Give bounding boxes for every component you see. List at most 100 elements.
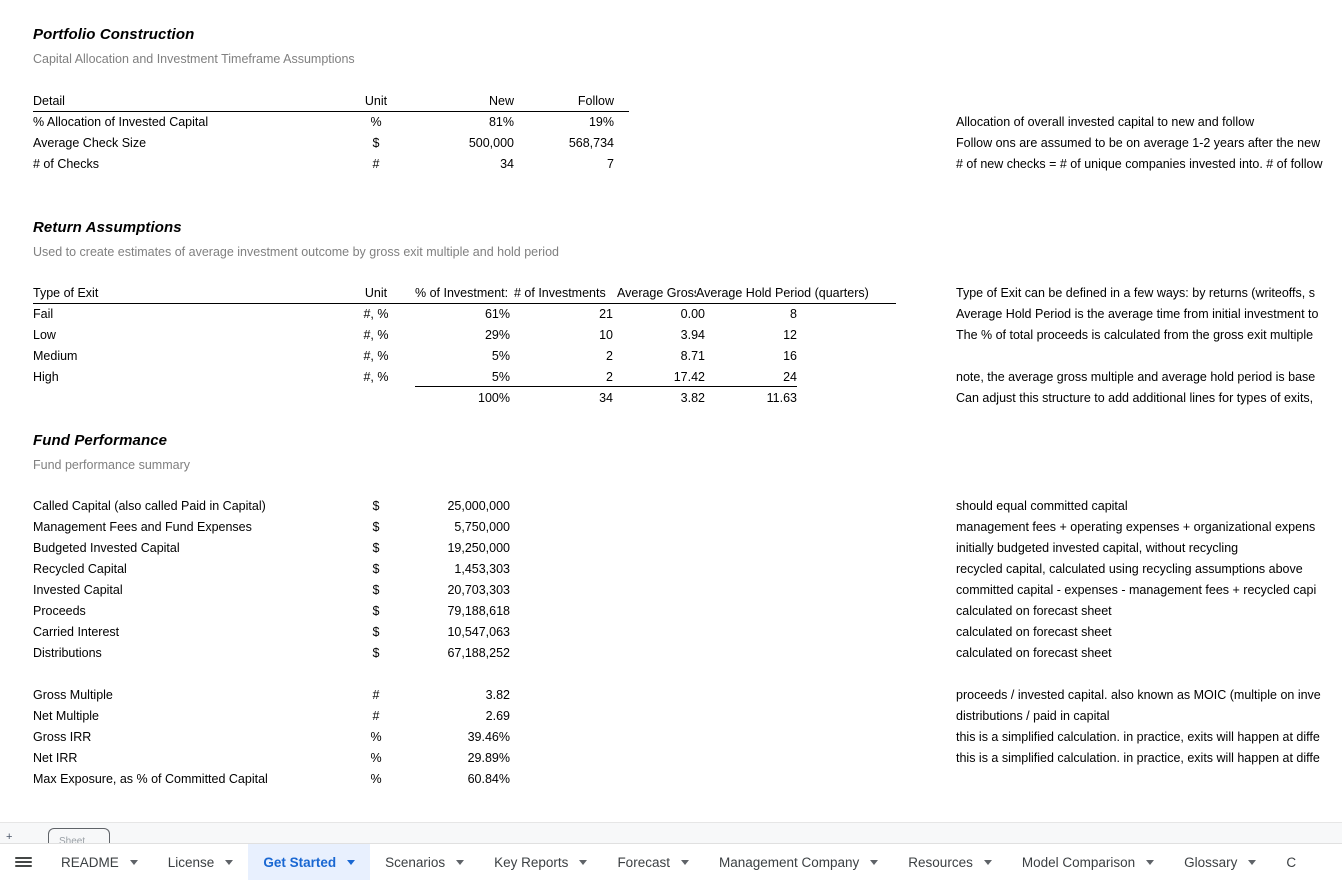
table-cell-value: 2.69 — [485, 709, 510, 723]
section-subtitle-portfolio-construction: Capital Allocation and Investment Timefr… — [33, 52, 355, 66]
total-cell-count: 34 — [599, 391, 613, 405]
chevron-down-icon[interactable] — [680, 859, 689, 865]
column-header-type-of-exit: Type of Exit — [33, 286, 99, 300]
chevron-down-icon[interactable] — [456, 859, 465, 865]
tab-scenarios[interactable]: Scenarios — [370, 844, 479, 880]
row-note: calculated on forecast sheet — [956, 604, 1112, 618]
table-cell-unit: # — [372, 157, 380, 171]
table-cell-value: 20,703,303 — [447, 583, 510, 597]
table-cell-hold: 24 — [783, 370, 797, 384]
row-note: Average Hold Period is the average time … — [956, 307, 1319, 321]
table-row-label: Gross IRR — [33, 730, 92, 744]
tab-resources[interactable]: Resources — [893, 844, 1007, 880]
table-cell-value: 67,188,252 — [447, 646, 510, 660]
section-title-fund-performance: Fund Performance — [33, 432, 168, 449]
table-row-label: # of Checks — [33, 157, 100, 171]
chevron-down-icon[interactable] — [870, 859, 879, 865]
row-note: Can adjust this structure to add additio… — [956, 391, 1314, 405]
table-row-label: Budgeted Invested Capital — [33, 541, 180, 555]
header-rule-portfolio — [33, 111, 629, 112]
table-row-label: Carried Interest — [33, 625, 120, 639]
tab-glossary[interactable]: Glossary — [1169, 844, 1271, 880]
total-cell-multiple: 3.82 — [680, 391, 705, 405]
table-cell-unit: % — [370, 115, 382, 129]
total-rule-return-assumptions — [415, 386, 797, 387]
chevron-down-icon[interactable] — [1248, 859, 1257, 865]
row-note: calculated on forecast sheet — [956, 625, 1112, 639]
spreadsheet-canvas[interactable]: Portfolio Construction Capital Allocatio… — [0, 0, 1342, 838]
table-cell-multiple: 17.42 — [673, 370, 705, 384]
chevron-down-icon[interactable] — [983, 859, 992, 865]
chevron-down-icon[interactable] — [347, 859, 356, 865]
table-cell-new: 81% — [488, 115, 514, 129]
hamburger-icon[interactable] — [0, 844, 46, 880]
table-cell-unit: $ — [372, 520, 380, 534]
tab-forecast[interactable]: Forecast — [602, 844, 704, 880]
tab-management-company[interactable]: Management Company — [704, 844, 893, 880]
chevron-down-icon[interactable] — [225, 859, 234, 865]
column-header-average-hold-period: Average Hold Period (quarters) — [696, 286, 869, 300]
table-cell-hold: 8 — [790, 307, 797, 321]
table-cell-unit: $ — [372, 541, 380, 555]
table-row-label: Proceeds — [33, 604, 86, 618]
add-sheet-button[interactable]: + — [6, 831, 28, 843]
table-cell-value: 19,250,000 — [447, 541, 510, 555]
table-cell-pct: 29% — [484, 328, 510, 342]
tab-readme[interactable]: README — [46, 844, 153, 880]
row-note: Type of Exit can be defined in a few way… — [956, 286, 1315, 300]
table-cell-unit: # — [372, 709, 380, 723]
table-cell-unit: $ — [372, 136, 380, 150]
hamburger-bar — [14, 857, 32, 859]
table-row-label: Distributions — [33, 646, 102, 660]
table-cell-pct: 5% — [491, 349, 510, 363]
table-row-label: Management Fees and Fund Expenses — [33, 520, 252, 534]
sheet-chip[interactable]: Sheet — [48, 828, 110, 843]
column-header-detail: Detail — [33, 94, 65, 108]
tab-label: Resources — [908, 854, 973, 870]
tab-clipped[interactable]: C — [1271, 844, 1311, 880]
tab-get-started[interactable]: Get Started — [248, 844, 371, 880]
table-cell-unit: #, % — [363, 370, 389, 384]
tab-license[interactable]: License — [153, 844, 249, 880]
table-cell-unit: % — [370, 772, 382, 786]
total-cell-hold: 11.63 — [766, 391, 797, 405]
table-cell-unit: % — [370, 751, 382, 765]
sheet-tab-strip-clipped: + Sheet — [0, 822, 1342, 843]
table-cell-pct: 61% — [484, 307, 510, 321]
table-row-label: High — [33, 370, 59, 384]
row-note: Follow ons are assumed to be on average … — [956, 136, 1321, 150]
header-rule-return-assumptions — [33, 303, 896, 304]
bottom-tab-bar[interactable]: README License Get Started Scenarios Key… — [0, 843, 1342, 880]
section-subtitle-return-assumptions: Used to create estimates of average inve… — [33, 245, 559, 259]
tab-label: Key Reports — [494, 854, 569, 870]
sheet-chip-label: Sheet — [59, 836, 86, 843]
chevron-down-icon[interactable] — [129, 859, 138, 865]
tab-label: Management Company — [718, 854, 860, 870]
tab-label: Glossary — [1184, 854, 1238, 870]
section-subtitle-fund-performance: Fund performance summary — [33, 458, 191, 472]
column-header-num-of-investments: # of Investments — [514, 286, 606, 300]
table-cell-value: 39.46% — [467, 730, 510, 744]
table-cell-multiple: 3.94 — [680, 328, 705, 342]
tab-key-reports[interactable]: Key Reports — [479, 844, 602, 880]
row-note: should equal committed capital — [956, 499, 1128, 513]
table-cell-follow: 19% — [588, 115, 614, 129]
chevron-down-icon[interactable] — [1146, 859, 1155, 865]
table-cell-value: 1,453,303 — [454, 562, 510, 576]
table-row-label: Invested Capital — [33, 583, 123, 597]
table-cell-value: 3.82 — [485, 688, 510, 702]
table-cell-unit: #, % — [363, 307, 389, 321]
column-header-new: New — [488, 94, 514, 108]
table-cell-value: 25,000,000 — [447, 499, 510, 513]
table-row-label: Average Check Size — [33, 136, 147, 150]
row-note: committed capital - expenses - managemen… — [956, 583, 1317, 597]
row-note: Allocation of overall invested capital t… — [956, 115, 1255, 129]
table-cell-unit: $ — [372, 562, 380, 576]
hamburger-bar — [14, 861, 32, 863]
table-cell-multiple: 8.71 — [680, 349, 705, 363]
tab-label: Model Comparison — [1021, 854, 1136, 870]
table-cell-unit: $ — [372, 646, 380, 660]
tab-model-comparison[interactable]: Model Comparison — [1007, 844, 1169, 880]
chevron-down-icon[interactable] — [579, 859, 588, 865]
table-cell-value: 5,750,000 — [454, 520, 510, 534]
